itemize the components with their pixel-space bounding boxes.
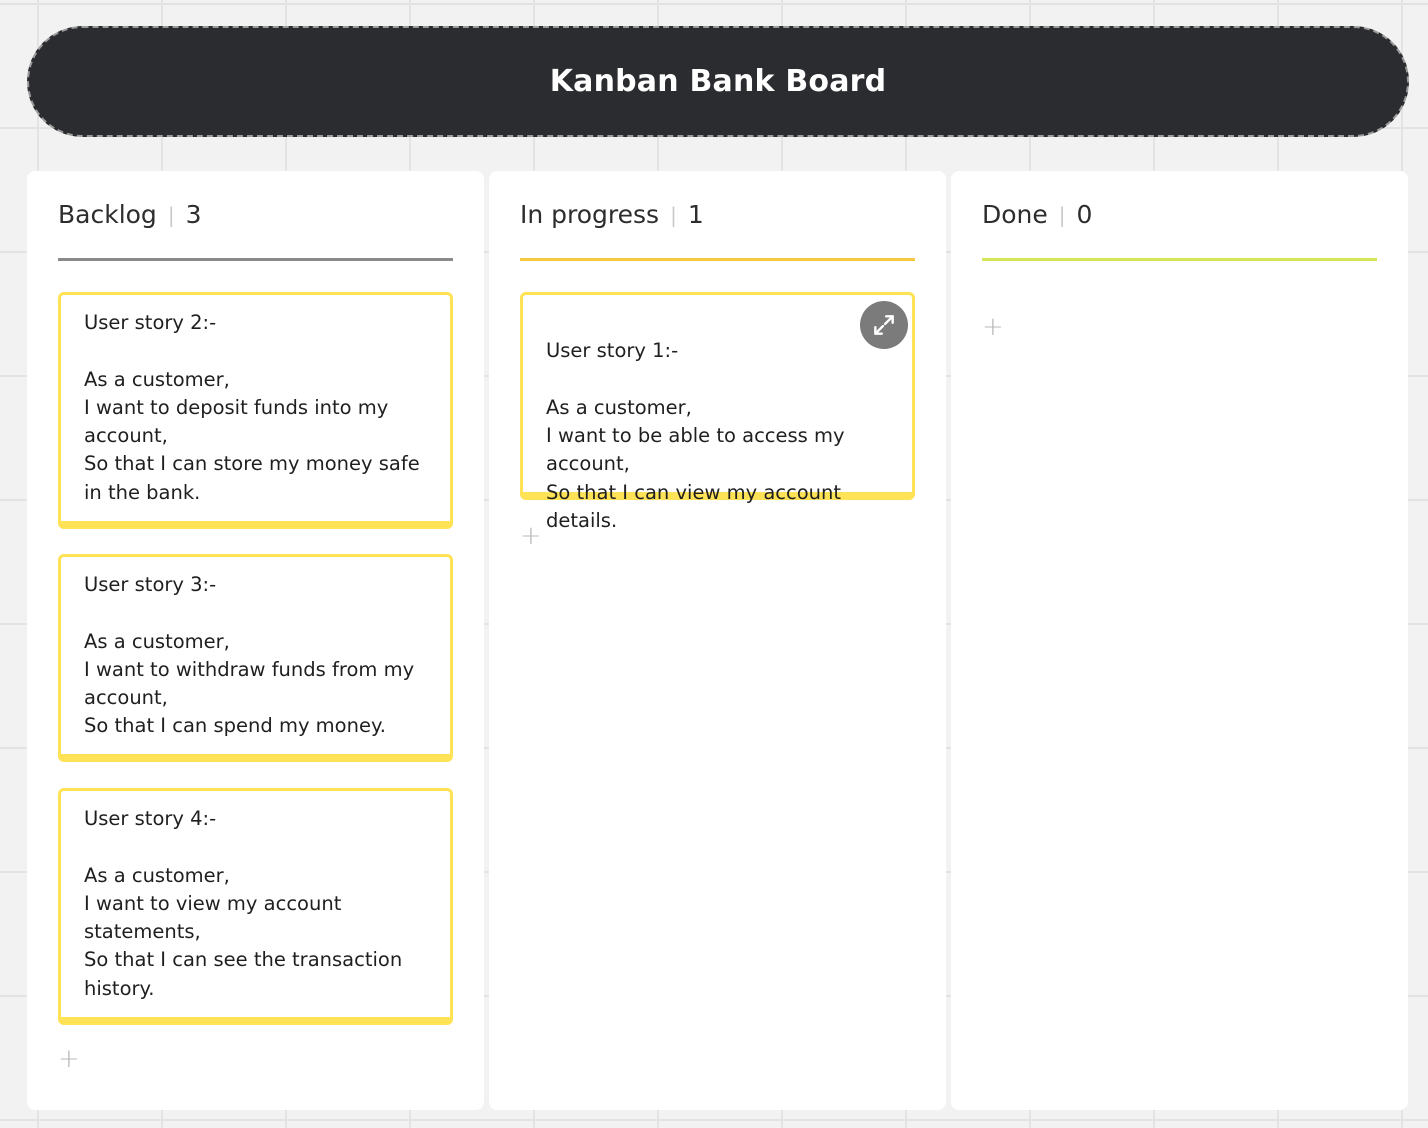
column-title: Done: [982, 200, 1048, 229]
column-count: 1: [687, 200, 704, 229]
card-text: User story 1:- As a customer, I want to …: [546, 339, 845, 533]
header-divider: |: [670, 203, 677, 227]
add-card-button[interactable]: +: [982, 314, 1004, 340]
add-card-button[interactable]: +: [58, 1046, 80, 1072]
header-divider: |: [167, 203, 175, 227]
column-header[interactable]: Done | 0: [982, 199, 1377, 261]
add-card-button[interactable]: +: [520, 523, 542, 549]
card-user-story-2[interactable]: User story 2:- As a customer, I want to …: [58, 292, 453, 529]
card-user-story-1[interactable]: User story 1:- As a customer, I want to …: [520, 292, 915, 532]
column-backlog: Backlog | 3 User story 2:- As a customer…: [27, 171, 484, 1110]
card-user-story-3[interactable]: User story 3:- As a customer, I want to …: [58, 554, 453, 762]
board-title-bar[interactable]: Kanban Bank Board: [27, 26, 1409, 137]
board-title: Kanban Bank Board: [549, 64, 887, 99]
card-user-story-4[interactable]: User story 4:- As a customer, I want to …: [58, 788, 453, 1025]
column-title: Backlog: [58, 200, 157, 229]
column-in-progress: In progress | 1 User story 1:- As a cust…: [489, 171, 946, 1110]
expand-card-button[interactable]: [860, 301, 908, 349]
column-title: In progress: [520, 200, 660, 229]
column-header[interactable]: In progress | 1: [520, 199, 915, 261]
column-header[interactable]: Backlog | 3: [58, 199, 453, 261]
header-divider: |: [1058, 203, 1066, 227]
column-done: Done | 0 +: [951, 171, 1408, 1110]
expand-arrows-icon: [874, 315, 894, 335]
column-count: 3: [185, 200, 202, 229]
column-count: 0: [1076, 200, 1093, 229]
